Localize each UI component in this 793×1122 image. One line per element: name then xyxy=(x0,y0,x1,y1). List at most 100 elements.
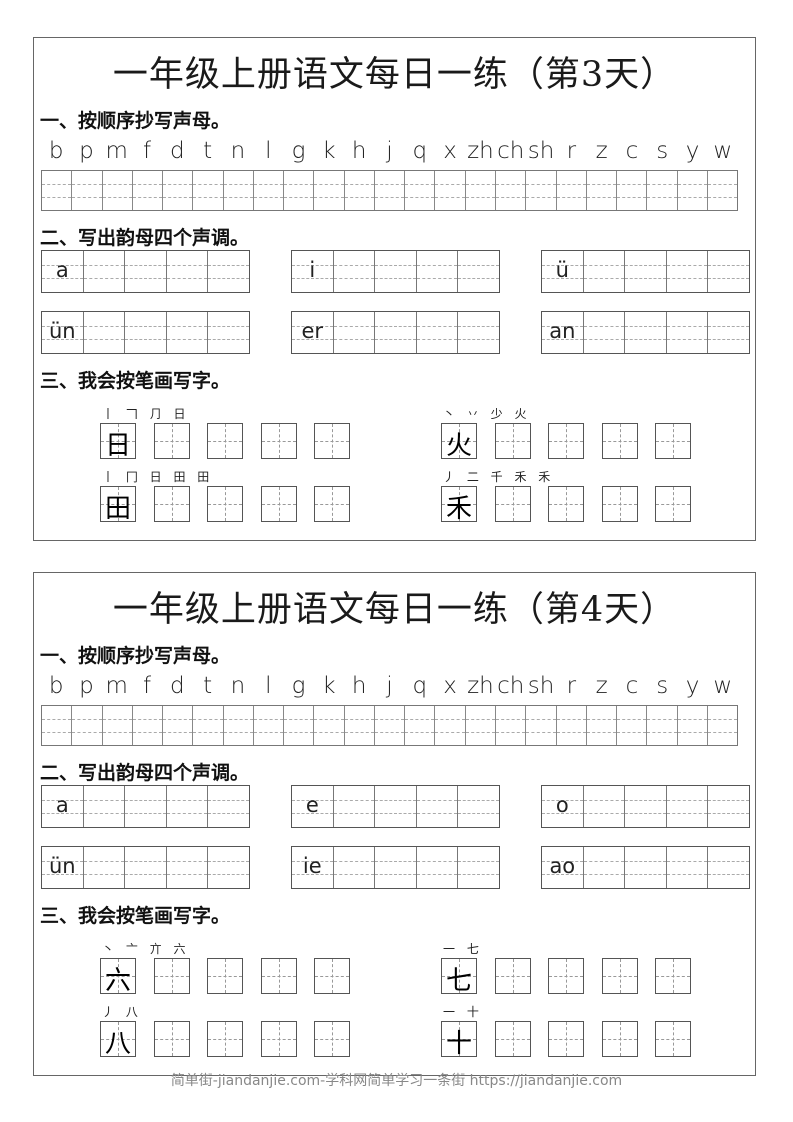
character-writing-box[interactable] xyxy=(153,958,190,994)
writing-cell[interactable] xyxy=(42,171,73,210)
character-writing-box[interactable] xyxy=(601,958,638,994)
writing-cell[interactable] xyxy=(72,171,103,210)
writing-cell[interactable] xyxy=(617,171,648,210)
character-writing-box[interactable] xyxy=(494,423,531,459)
character-writing-box[interactable] xyxy=(153,423,190,459)
writing-cell[interactable] xyxy=(102,706,133,745)
tone-writing-cell[interactable] xyxy=(125,312,167,353)
tone-writing-cell[interactable] xyxy=(458,786,499,827)
tone-writing-cell[interactable] xyxy=(625,312,667,353)
writing-cell[interactable] xyxy=(556,171,587,210)
tone-writing-cell[interactable] xyxy=(625,847,667,888)
writing-cell[interactable] xyxy=(526,171,557,210)
character-writing-box[interactable] xyxy=(207,958,243,994)
character-writing-box[interactable] xyxy=(601,1021,638,1057)
character-writing-box[interactable] xyxy=(655,1021,691,1057)
character-writing-box[interactable] xyxy=(548,1021,584,1057)
character-writing-box[interactable] xyxy=(153,1021,190,1057)
tone-writing-cell[interactable] xyxy=(583,847,626,888)
writing-cell[interactable] xyxy=(374,171,406,210)
tone-writing-cell[interactable] xyxy=(333,786,376,827)
character-writing-box[interactable] xyxy=(314,1021,350,1057)
tone-writing-cell[interactable] xyxy=(666,312,709,353)
writing-cell[interactable] xyxy=(405,171,436,210)
tone-writing-cell[interactable] xyxy=(333,312,376,353)
tone-writing-cell[interactable] xyxy=(625,251,667,292)
writing-cell[interactable] xyxy=(586,706,618,745)
tone-writing-cell[interactable] xyxy=(208,312,249,353)
character-writing-box[interactable] xyxy=(655,958,691,994)
writing-cell[interactable] xyxy=(617,706,648,745)
tone-writing-cell[interactable] xyxy=(416,312,459,353)
tone-writing-cell[interactable] xyxy=(333,847,376,888)
tone-writing-cell[interactable] xyxy=(416,786,459,827)
tone-writing-cell[interactable] xyxy=(83,251,126,292)
tone-writing-cell[interactable] xyxy=(166,786,209,827)
writing-cell[interactable] xyxy=(163,171,194,210)
writing-cell[interactable] xyxy=(647,171,678,210)
tone-writing-cell[interactable] xyxy=(83,847,126,888)
tone-writing-cell[interactable] xyxy=(375,312,417,353)
tone-writing-cell[interactable] xyxy=(458,312,499,353)
writing-cell[interactable] xyxy=(223,706,254,745)
writing-cell[interactable] xyxy=(435,171,466,210)
character-writing-box[interactable] xyxy=(494,1021,531,1057)
tone-writing-cell[interactable] xyxy=(708,786,749,827)
tone-writing-cell[interactable] xyxy=(583,786,626,827)
tone-writing-cell[interactable] xyxy=(458,251,499,292)
writing-cell[interactable] xyxy=(132,171,164,210)
tone-writing-cell[interactable] xyxy=(375,847,417,888)
writing-cell[interactable] xyxy=(465,171,496,210)
writing-cell[interactable] xyxy=(193,171,224,210)
tone-writing-cell[interactable] xyxy=(166,251,209,292)
writing-cell[interactable] xyxy=(223,171,254,210)
writing-cell[interactable] xyxy=(253,171,285,210)
writing-cell[interactable] xyxy=(344,171,375,210)
tone-writing-cell[interactable] xyxy=(666,847,709,888)
character-writing-box[interactable] xyxy=(153,486,190,522)
tone-writing-cell[interactable] xyxy=(208,251,249,292)
writing-cell[interactable] xyxy=(435,706,466,745)
tone-writing-cell[interactable] xyxy=(708,251,749,292)
writing-cell[interactable] xyxy=(526,706,557,745)
writing-cell[interactable] xyxy=(344,706,375,745)
writing-cell[interactable] xyxy=(677,171,708,210)
tone-writing-cell[interactable] xyxy=(416,251,459,292)
writing-cell[interactable] xyxy=(132,706,164,745)
tone-writing-cell[interactable] xyxy=(666,251,709,292)
tone-writing-cell[interactable] xyxy=(333,251,376,292)
tone-writing-cell[interactable] xyxy=(458,847,499,888)
character-writing-box[interactable] xyxy=(601,423,638,459)
character-writing-box[interactable] xyxy=(655,423,691,459)
writing-cell[interactable] xyxy=(495,706,527,745)
character-writing-box[interactable] xyxy=(548,486,584,522)
writing-cell[interactable] xyxy=(253,706,285,745)
tone-writing-cell[interactable] xyxy=(208,847,249,888)
writing-cell[interactable] xyxy=(284,706,315,745)
writing-cell[interactable] xyxy=(314,706,345,745)
writing-cell[interactable] xyxy=(707,171,738,210)
tone-writing-cell[interactable] xyxy=(708,312,749,353)
writing-cell[interactable] xyxy=(647,706,678,745)
writing-cell[interactable] xyxy=(374,706,406,745)
writing-cell[interactable] xyxy=(102,171,133,210)
writing-cell[interactable] xyxy=(72,706,103,745)
writing-cell[interactable] xyxy=(163,706,194,745)
character-writing-box[interactable] xyxy=(260,958,297,994)
writing-cell[interactable] xyxy=(42,706,73,745)
writing-cell[interactable] xyxy=(495,171,527,210)
character-writing-box[interactable] xyxy=(548,423,584,459)
character-writing-box[interactable] xyxy=(314,486,350,522)
writing-cell[interactable] xyxy=(556,706,587,745)
tone-writing-cell[interactable] xyxy=(208,786,249,827)
character-writing-box[interactable] xyxy=(260,423,297,459)
tone-writing-cell[interactable] xyxy=(375,251,417,292)
tone-writing-cell[interactable] xyxy=(583,251,626,292)
writing-cell[interactable] xyxy=(465,706,496,745)
tone-writing-cell[interactable] xyxy=(166,312,209,353)
character-writing-box[interactable] xyxy=(207,1021,243,1057)
character-writing-box[interactable] xyxy=(260,486,297,522)
writing-cell[interactable] xyxy=(314,171,345,210)
tone-writing-cell[interactable] xyxy=(83,312,126,353)
tone-writing-cell[interactable] xyxy=(125,786,167,827)
